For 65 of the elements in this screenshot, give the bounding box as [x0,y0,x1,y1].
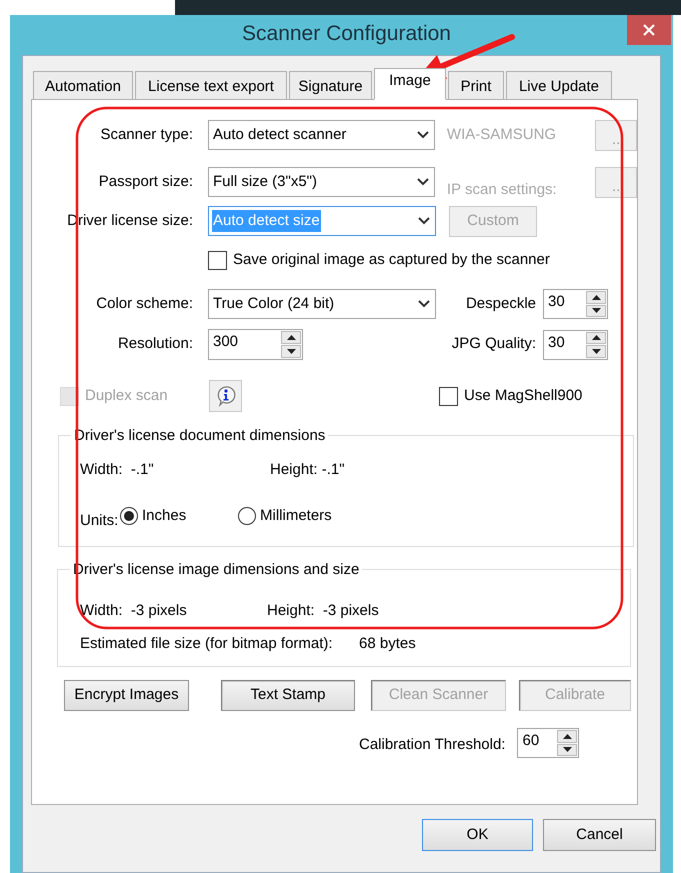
up-arrow-icon [592,294,600,300]
dimension-text: Width: -3 pixels [80,601,188,621]
file-size-label: Estimated file size (for bitmap format): [80,634,334,654]
chevron-icon [418,217,430,225]
checkbox[interactable] [439,386,458,406]
field-label: Resolution: [116,334,193,354]
tab[interactable]: Signature [289,71,372,99]
radio-button[interactable] [238,506,256,525]
field-label: Color scheme: [95,294,193,314]
spin-down-button[interactable] [281,345,301,358]
info-icon [214,385,236,407]
spin-up-button[interactable] [557,730,578,742]
field-label: Passport size: [98,172,193,192]
spin-box[interactable]: 30 [543,330,608,360]
dimension-text: Width: -.1" [80,460,155,480]
button[interactable]: Text Stamp [221,680,355,711]
file-size-value: 68 bytes [359,634,416,654]
tab[interactable]: Image [374,68,446,100]
field-label: Calibration Threshold: [359,734,506,755]
radio-label: Inches [142,506,186,526]
up-arrow-icon [592,335,600,340]
tab[interactable]: Automation [33,71,133,99]
field-label: Units: [80,510,120,530]
radio-button[interactable] [120,506,138,525]
tab[interactable]: Live Update [506,71,612,99]
button[interactable]: OK [422,819,533,851]
chevron-icon [418,300,430,308]
field-label: JPG Quality: [450,334,536,354]
down-arrow-icon [286,349,296,354]
close-button[interactable] [627,15,671,45]
status-text: IP scan settings: [446,180,558,200]
button[interactable]: Cancel [543,819,656,851]
spin-down-button[interactable] [557,744,578,756]
up-arrow-icon [286,335,296,340]
info-button[interactable] [209,380,242,412]
spin-up-button[interactable] [586,291,606,304]
down-arrow-icon [592,308,600,314]
chevron-icon [416,131,429,139]
dropdown[interactable]: True Color (24 bit) [208,289,436,319]
tab[interactable]: Print [448,71,504,99]
dimension-text: Height: -3 pixels [267,601,379,621]
button[interactable]: Encrypt Images [64,680,189,711]
spin-down-button[interactable] [586,304,606,317]
dimension-text: Height: -.1" [270,460,345,480]
radio-label: Millimeters [260,506,332,526]
tab[interactable]: License text export [135,71,287,99]
down-arrow-icon [562,747,572,752]
spin-box[interactable]: 30 [543,289,608,319]
status-text: WIA-SAMSUNG [446,124,558,145]
up-arrow-icon [562,734,572,739]
spin-box[interactable]: 60 [517,728,580,758]
checkbox[interactable] [208,251,227,270]
spin-up-button[interactable] [586,332,606,344]
window-title: Scanner Configuration [241,20,451,47]
field-label: Despeckle [464,294,536,314]
field-label: Scanner type: [99,124,193,145]
checkbox-label: Duplex scan [85,386,169,406]
spin-box[interactable]: 300 [208,329,303,360]
down-arrow-icon [592,348,600,354]
checkbox-label: Use MagShell900 [464,386,582,406]
close-icon [643,24,655,36]
spin-up-button[interactable] [281,331,301,344]
spin-down-button[interactable] [586,345,606,358]
checkbox-label: Save original image as captured by the scanner [233,250,550,270]
chevron-icon [416,178,429,186]
